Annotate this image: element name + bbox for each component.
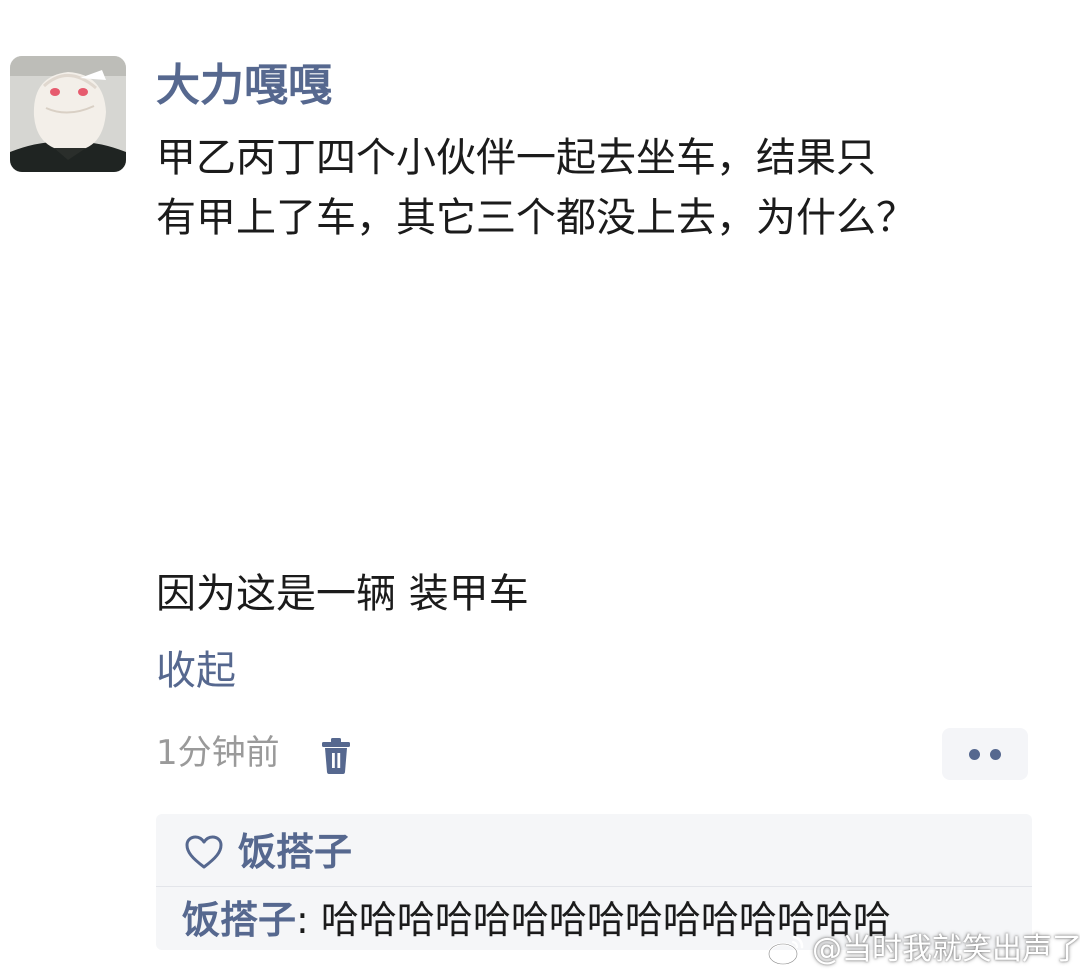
trash-icon[interactable] [318, 736, 354, 776]
username[interactable]: 大力嘎嘎 [156, 58, 332, 114]
more-dots-icon [990, 748, 1001, 760]
reply-author[interactable]: 饭搭子 [182, 898, 296, 942]
watermark: @当时我就笑出声了 [766, 930, 1080, 970]
answer-text: 因为这是一辆 装甲车 [156, 571, 529, 617]
avatar[interactable] [10, 56, 126, 172]
like-row: 饭搭子 [184, 824, 352, 880]
more-options-button[interactable] [942, 728, 1028, 780]
post-text-line: 有甲上了车，其它三个都没上去，为什么？ [156, 195, 916, 241]
watermark-text: @当时我就笑出声了 [812, 932, 1080, 967]
liker-name[interactable]: 饭搭子 [238, 824, 352, 880]
avatar-image [10, 56, 126, 172]
post-text: 甲乙丙丁四个小伙伴一起去坐车，结果只 有甲上了车，其它三个都没上去，为什么？ [156, 128, 1036, 248]
post-text-line: 甲乙丙丁四个小伙伴一起去坐车，结果只 [156, 135, 876, 181]
heart-icon[interactable] [184, 834, 224, 870]
timestamp: 1分钟前 [156, 733, 280, 773]
comment-page: 大力嘎嘎 甲乙丙丁四个小伙伴一起去坐车，结果只 有甲上了车，其它三个都没上去，为… [0, 0, 1080, 976]
weibo-icon [767, 935, 804, 966]
divider [156, 886, 1032, 887]
reply-separator: : [296, 898, 321, 942]
collapse-link[interactable]: 收起 [156, 643, 236, 699]
more-dots-icon [969, 748, 980, 760]
